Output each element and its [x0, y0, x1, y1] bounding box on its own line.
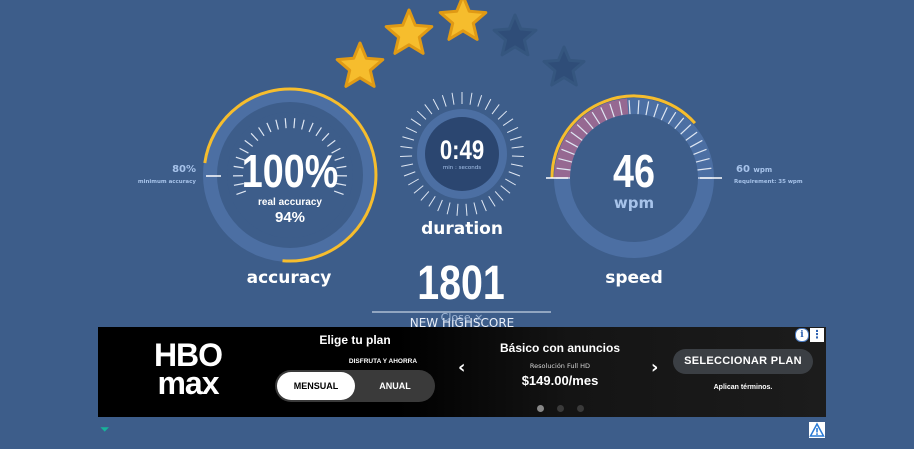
star-empty-icon	[542, 45, 586, 87]
duration-tick	[402, 136, 415, 141]
duration-value: 0:49	[439, 135, 485, 165]
carousel-prev-icon[interactable]: ‹	[458, 357, 465, 378]
duration-tick	[400, 146, 413, 149]
duration-tick	[405, 126, 418, 134]
duration-tick	[456, 203, 459, 216]
duration-tick	[500, 185, 511, 194]
plan-price: $149.00/mes	[521, 373, 599, 388]
duration-tick	[469, 92, 473, 105]
accuracy-tick	[293, 118, 296, 129]
toggle-annual[interactable]: ANUAL	[357, 372, 433, 400]
accuracy-real-value: 94%	[274, 209, 306, 226]
carousel-dot-2[interactable]	[557, 405, 564, 412]
duration-tick	[416, 110, 427, 120]
duration-tick	[441, 95, 447, 107]
duration-unit: min : seconds	[442, 165, 482, 171]
star-filled-icon	[335, 41, 385, 88]
speed-req-value: 60 wpm	[736, 164, 772, 175]
ad-subtitle: DISFRUTA Y AHORRA	[348, 358, 418, 365]
speed-req-number: 60	[736, 164, 750, 175]
ad-brand-logo: HBO max	[148, 339, 228, 401]
duration-tick	[424, 104, 433, 115]
duration-tick	[508, 171, 521, 177]
duration-tick	[408, 178, 419, 186]
duration-tick	[410, 118, 422, 127]
duration-tick	[451, 92, 455, 105]
ad-brand-bottom: max	[157, 365, 219, 401]
star-empty-icon	[492, 13, 538, 57]
duration-tick	[481, 199, 487, 212]
close-icon: ×	[474, 311, 484, 324]
carousel-dot-3[interactable]	[577, 405, 584, 412]
star-rating	[335, 0, 586, 88]
duration-tick	[401, 163, 414, 167]
ad-title: Elige tu plan	[319, 333, 391, 347]
ad-info-icon[interactable]: i	[795, 328, 809, 342]
accuracy-real-label: real accuracy	[258, 197, 322, 208]
speed-req-unit: wpm	[753, 166, 773, 174]
duration-tick	[491, 104, 500, 115]
score-value: 1801	[417, 257, 505, 310]
accuracy-value: 100%	[241, 145, 339, 197]
speed-value: 46	[613, 145, 655, 197]
duration-tick	[510, 163, 523, 167]
accuracy-label: accuracy	[246, 268, 332, 288]
duration-tick	[497, 110, 508, 120]
duration-label: duration	[421, 219, 503, 239]
carousel-next-icon[interactable]: ›	[651, 357, 658, 378]
duration-tick	[502, 118, 514, 127]
terms-text: Aplican términos.	[713, 384, 773, 391]
duration-tick	[473, 202, 478, 215]
duration-tick	[494, 191, 504, 201]
billing-toggle[interactable]: MENSUAL ANUAL	[275, 370, 435, 402]
duration-tick	[432, 98, 440, 110]
accuracy-min-value: 80%	[172, 164, 196, 175]
kebab-menu-icon[interactable]: ⋮	[810, 328, 824, 342]
star-filled-icon	[438, 0, 488, 41]
duration-tick	[505, 178, 516, 186]
close-ad-label: Close	[440, 311, 471, 324]
warning-icon[interactable]	[809, 422, 825, 438]
ad-banner[interactable]: HBO max Elige tu plan DISFRUTA Y AHORRA …	[98, 327, 826, 417]
toggle-monthly[interactable]: MENSUAL	[277, 372, 355, 400]
plan-name: Básico con anuncios	[499, 341, 621, 355]
duration-tick	[428, 195, 436, 207]
select-plan-button[interactable]: SELECCIONAR PLAN	[673, 349, 813, 374]
duration-tick	[413, 185, 424, 194]
duration-tick	[511, 146, 524, 149]
accuracy-min-label: minimum accuracy	[137, 179, 196, 185]
duration-tick	[420, 191, 430, 201]
duration-tick	[488, 195, 496, 207]
speed-req-label: Requirement: 35 wpm	[734, 179, 803, 185]
duration-tick	[484, 98, 492, 110]
speed-unit: wpm	[613, 194, 655, 212]
duration-tick	[509, 136, 522, 141]
plan-detail: Resolución Full HD	[529, 362, 591, 370]
duration-tick	[446, 202, 451, 215]
accuracy-tick	[284, 118, 287, 129]
duration-tick	[477, 95, 483, 107]
filter-funnel-icon[interactable]: ⏷	[100, 423, 112, 435]
carousel-dot-1[interactable]	[537, 405, 544, 412]
speed-label: speed	[605, 268, 663, 288]
duration-tick	[403, 171, 416, 177]
duration-tick	[506, 126, 519, 134]
duration-tick	[437, 199, 443, 212]
carousel-dots	[537, 405, 597, 413]
duration-tick	[465, 203, 468, 216]
star-filled-icon	[384, 8, 434, 55]
close-ad-link[interactable]: Close ×	[432, 311, 492, 324]
